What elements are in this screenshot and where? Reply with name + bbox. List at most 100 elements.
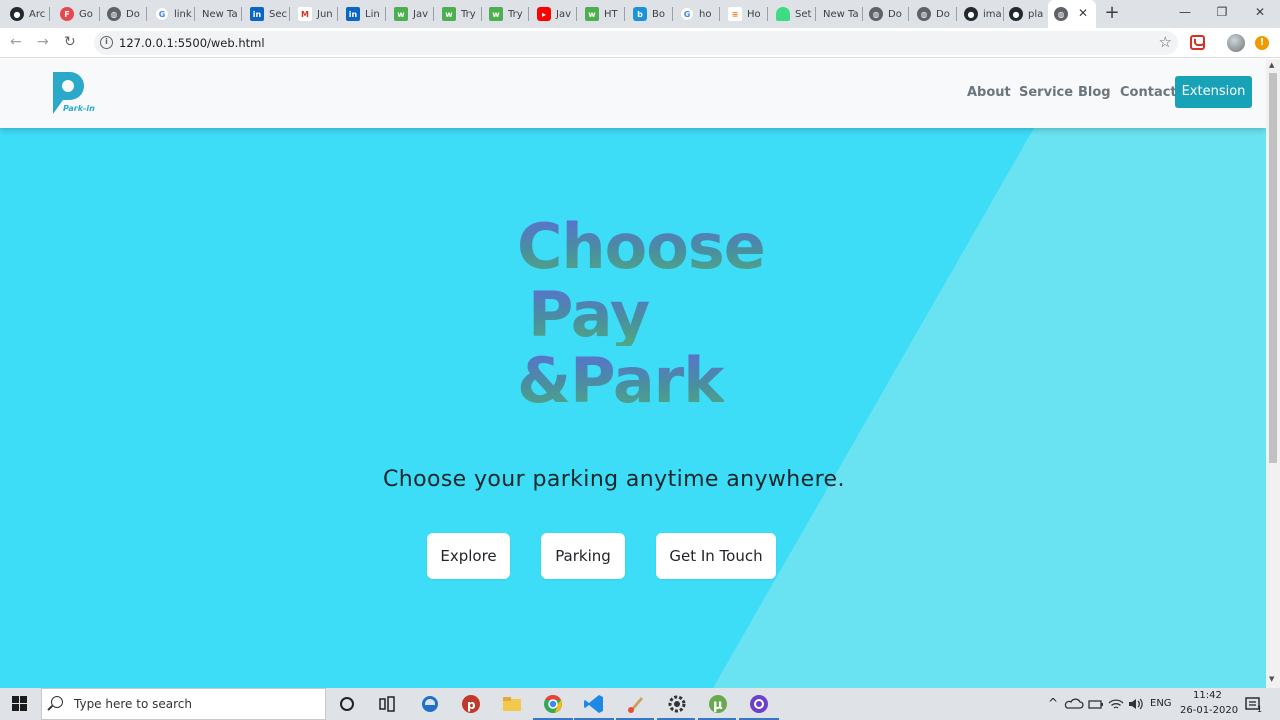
browser-tab[interactable]: ≡ Ho <box>722 0 768 28</box>
clock-date[interactable]: 26-01-2020 <box>1180 705 1238 716</box>
browser-tab[interactable]: M Jun <box>292 0 338 28</box>
svg-text:µ: µ <box>713 698 723 713</box>
scrollbar-thumb[interactable] <box>1269 73 1277 463</box>
browser-tab[interactable]: ▸ Jav <box>531 0 577 28</box>
battery-icon[interactable] <box>1086 692 1106 716</box>
powerpoint-like-icon[interactable]: p <box>459 692 483 716</box>
browser-tab[interactable]: ◍ Do <box>911 0 957 28</box>
stackoverflow-icon: ≡ <box>728 7 742 21</box>
windows-taskbar: Type here to search p µ ^ ENG 11:42 26-0… <box>0 688 1280 720</box>
forward-arrow-icon[interactable]: → <box>37 34 49 50</box>
nav-blog[interactable]: Blog <box>1078 85 1111 100</box>
scroll-up-icon[interactable]: ▲ <box>1269 61 1274 69</box>
google-icon: G <box>155 7 169 21</box>
w3schools-icon: w <box>394 7 408 21</box>
github-desktop-icon[interactable] <box>747 692 771 716</box>
task-view-icon[interactable] <box>375 692 399 716</box>
nav-service[interactable]: Service <box>1019 85 1073 100</box>
browser-tab[interactable]: Glink <box>149 0 195 28</box>
settings-gear-icon[interactable] <box>665 692 689 716</box>
wifi-icon[interactable] <box>1106 692 1126 716</box>
browser-toolbar: ← → ↻ i 127.0.0.1:5500/web.html ☆ <box>0 28 1280 58</box>
onedrive-icon[interactable] <box>1064 692 1084 716</box>
svg-text:p: p <box>467 698 476 712</box>
profile-avatar[interactable] <box>1227 34 1245 52</box>
browser-tab[interactable]: New Ta <box>817 0 863 28</box>
linkedin-icon: in <box>346 7 360 21</box>
volume-icon[interactable] <box>1126 692 1146 716</box>
back-arrow-icon[interactable]: ← <box>10 34 22 50</box>
w3schools-icon: w <box>585 7 599 21</box>
cortana-icon[interactable] <box>335 692 359 716</box>
browser-tab[interactable]: w HT <box>579 0 625 28</box>
f-icon: F <box>60 7 74 21</box>
globe-icon: ◍ <box>1054 7 1068 21</box>
headline-line-pay: Pay <box>528 278 650 351</box>
browser-tab[interactable]: Set <box>770 0 816 28</box>
close-window-button[interactable]: ✕ <box>1245 4 1275 24</box>
browser-tab[interactable]: F Go <box>54 0 100 28</box>
google-icon: G <box>680 7 694 21</box>
file-explorer-icon[interactable] <box>500 692 524 716</box>
reload-icon[interactable]: ↻ <box>64 34 76 50</box>
browser-tab[interactable]: w Jav <box>388 0 434 28</box>
update-warning-icon[interactable]: ! <box>1255 36 1269 50</box>
search-placeholder: Type here to search <box>74 697 192 711</box>
utorrent-icon[interactable]: µ <box>706 692 730 716</box>
headline-line-choose: Choose <box>517 210 766 283</box>
browser-tab[interactable]: ● Arc <box>4 0 50 28</box>
browser-tab[interactable]: ● ima <box>958 0 1004 28</box>
park-in-logo[interactable]: Park-in <box>50 72 100 116</box>
hero-subtitle: Choose your parking anytime anywhere. <box>383 467 845 492</box>
language-indicator[interactable]: ENG <box>1150 698 1172 709</box>
bookmark-star-icon[interactable]: ☆ <box>1159 33 1172 51</box>
taskbar-search-input[interactable]: Type here to search <box>41 688 326 720</box>
chrome-icon[interactable] <box>541 692 565 716</box>
scroll-down-icon[interactable]: ▼ <box>1269 675 1274 683</box>
browser-tab[interactable]: New Ta <box>196 0 242 28</box>
hero-section: Choose Pay &Park Choose your parking any… <box>0 128 1266 688</box>
minimize-button[interactable]: — <box>1170 4 1200 24</box>
browser-tab[interactable]: Gho <box>674 0 720 28</box>
browser-tab[interactable]: ● pla <box>1003 0 1049 28</box>
clock-time[interactable]: 11:42 <box>1193 690 1222 701</box>
explore-button[interactable]: Explore <box>427 533 510 579</box>
github-icon: ● <box>10 7 24 21</box>
site-navbar: Park-in About Service Blog Contact Exten… <box>0 59 1266 128</box>
nav-about[interactable]: About <box>967 85 1011 100</box>
extension-button[interactable]: Extension <box>1175 76 1252 108</box>
browser-tab[interactable]: b Bo <box>627 0 673 28</box>
page-scrollbar[interactable]: ▲ ▼ <box>1266 59 1280 688</box>
w3schools-icon: w <box>489 7 503 21</box>
tab-strip: ● Arc F Go ◍ Do Glink New Ta in Sec M Jun in L… <box>0 0 1280 28</box>
tray-chevron-icon[interactable]: ^ <box>1048 696 1058 710</box>
browser-tab[interactable]: w Try <box>483 0 529 28</box>
w3schools-icon: w <box>442 7 456 21</box>
vscode-icon[interactable] <box>582 692 606 716</box>
browser-tab[interactable]: ◍ Do <box>863 0 909 28</box>
nav-contact[interactable]: Contact <box>1120 85 1177 100</box>
gmail-icon: M <box>298 7 312 21</box>
github-icon: ● <box>1009 7 1023 21</box>
browser-tab[interactable]: ◍ Do <box>101 0 147 28</box>
globe-icon: ◍ <box>869 7 883 21</box>
pocket-extension-icon[interactable] <box>1190 35 1205 50</box>
search-icon <box>51 696 63 708</box>
new-tab-button[interactable]: + <box>1102 4 1122 24</box>
browser-tab[interactable]: in Sec <box>244 0 290 28</box>
browser-tab[interactable]: in Lin <box>340 0 386 28</box>
close-tab-icon[interactable]: ✕ <box>1078 6 1088 20</box>
browser-tab-active[interactable]: ◍ ✕ <box>1048 0 1096 28</box>
info-icon[interactable]: i <box>100 36 113 49</box>
get-in-touch-button[interactable]: Get In Touch <box>656 533 776 579</box>
url-text[interactable]: 127.0.0.1:5500/web.html <box>119 36 265 50</box>
page-viewport: Park-in About Service Blog Contact Exten… <box>0 59 1266 688</box>
edge-browser-icon[interactable] <box>418 692 442 716</box>
windows-start-icon[interactable] <box>12 696 27 711</box>
parking-button[interactable]: Parking <box>541 533 625 579</box>
linkedin-icon: in <box>250 7 264 21</box>
address-bar[interactable]: i 127.0.0.1:5500/web.html ☆ <box>94 31 1178 55</box>
maximize-button[interactable]: ❐ <box>1207 4 1237 24</box>
browser-tab[interactable]: w Try <box>436 0 482 28</box>
paint-icon[interactable] <box>624 692 648 716</box>
